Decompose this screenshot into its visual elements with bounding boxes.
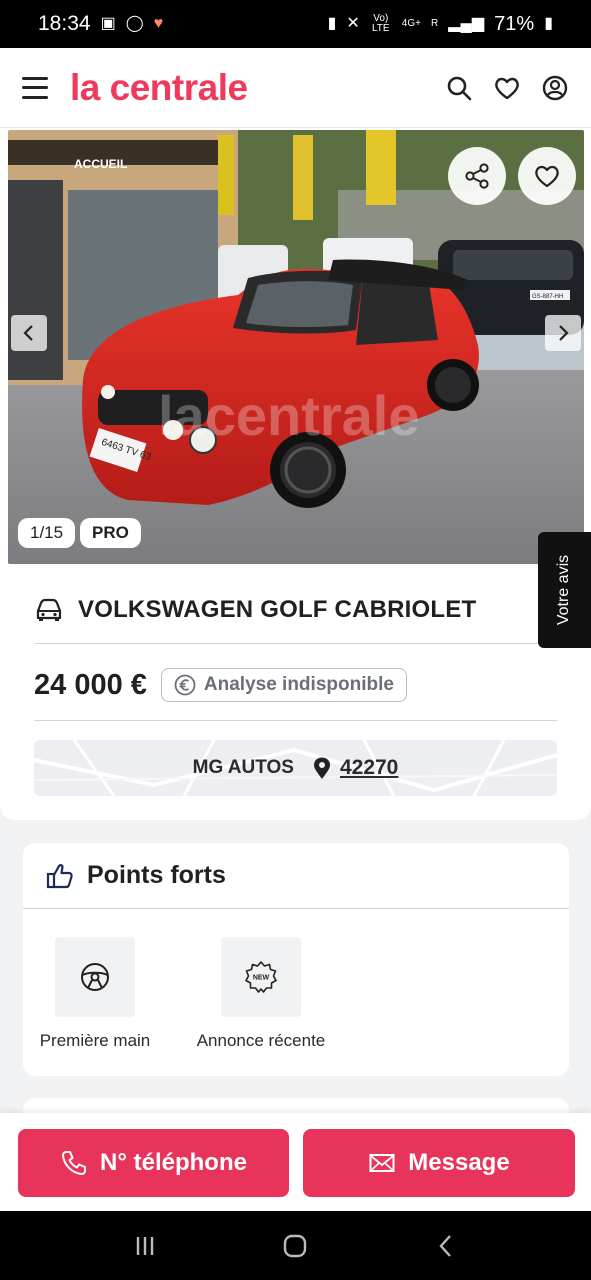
- status-left: 18:34 ▣ ◯ ♥: [38, 12, 163, 36]
- location-pin-icon: [313, 757, 330, 779]
- photo-counter: 1/15: [18, 518, 76, 548]
- pro-badge: PRO: [80, 518, 141, 548]
- divider: [34, 720, 557, 721]
- broken-heart-icon: ♥: [153, 15, 164, 32]
- brand-logo[interactable]: la centrale: [70, 67, 248, 109]
- divider: [34, 643, 557, 644]
- envelope-icon: [369, 1154, 395, 1172]
- signal-icon: ▂▄▆: [448, 15, 485, 32]
- dealer-name[interactable]: MG AUTOS: [193, 757, 294, 779]
- mute-icon: ✕: [346, 15, 360, 32]
- system-navigation-bar: [0, 1211, 591, 1280]
- search-icon[interactable]: [445, 74, 473, 102]
- recent-apps-button[interactable]: [131, 1232, 159, 1260]
- highlights-card: Points forts Première main NEW Annonce r…: [23, 843, 569, 1076]
- price-analysis-label: Analyse indisponible: [203, 674, 394, 695]
- new-badge-text: NEW: [253, 975, 270, 982]
- feedback-tab[interactable]: Votre avis: [538, 532, 591, 648]
- watermark-logo: lacentrale: [158, 384, 420, 447]
- highlight-icon-box: [55, 937, 135, 1017]
- whatsapp-icon: ◯: [125, 15, 144, 32]
- volte-indicator: Vo) LTE: [371, 13, 390, 34]
- roaming-indicator: R: [430, 18, 439, 29]
- highlight-label: Annonce récente: [196, 1031, 326, 1050]
- chevron-right-icon: [559, 325, 569, 341]
- chevron-left-icon: [23, 325, 33, 341]
- phone-button-label: N° téléphone: [100, 1149, 247, 1176]
- account-icon[interactable]: [541, 74, 569, 102]
- app-header: la centrale: [0, 48, 591, 128]
- new-badge-icon: NEW: [245, 961, 277, 993]
- price-analysis-badge[interactable]: Analyse indisponible: [160, 668, 407, 702]
- steering-wheel-icon: [81, 963, 109, 991]
- network-type: 4G+: [401, 18, 421, 29]
- plate-right: GS-887-HH: [532, 294, 563, 300]
- price-row: 24 000 € Analyse indisponible: [34, 668, 407, 702]
- battery-saver-icon: ▮: [327, 15, 337, 32]
- back-button[interactable]: [432, 1232, 460, 1260]
- heart-icon: [535, 165, 559, 188]
- listing-price: 24 000 €: [34, 668, 147, 701]
- dealer-location[interactable]: 42270: [312, 756, 398, 780]
- feedback-tab-label: Votre avis: [555, 554, 573, 626]
- home-button[interactable]: [281, 1232, 309, 1260]
- message-button[interactable]: Message: [303, 1129, 575, 1197]
- recent-apps-icon: [136, 1236, 154, 1255]
- car-icon: [36, 598, 62, 621]
- dealer-zip-link[interactable]: 42270: [340, 756, 398, 780]
- photo-gallery: ACCUEIL GS-887-HH 6463 TV 63 lacentrale …: [0, 128, 591, 570]
- next-photo-button[interactable]: [545, 315, 581, 351]
- highlight-icon-box: NEW: [221, 937, 301, 1017]
- highlights-header: Points forts: [23, 843, 569, 909]
- phone-icon: [62, 1151, 87, 1175]
- gallery-icon: ▣: [100, 15, 116, 32]
- dealer-info: MG AUTOS 42270: [34, 740, 557, 796]
- status-time: 18:34: [38, 12, 91, 35]
- battery-level: 71%: [494, 12, 535, 35]
- favorite-button[interactable]: [518, 147, 576, 205]
- listing-info-card: VOLKSWAGEN GOLF CABRIOLET 24 000 € Analy…: [0, 570, 591, 820]
- highlight-item: Première main: [37, 937, 153, 1051]
- highlight-item: NEW Annonce récente: [189, 937, 333, 1051]
- previous-photo-button[interactable]: [11, 315, 47, 351]
- share-icon: [465, 163, 489, 189]
- share-button[interactable]: [448, 147, 506, 205]
- status-right: ▮ ✕ Vo) LTE 4G+ R ▂▄▆ 71% ▮: [328, 13, 553, 36]
- favorites-heart-icon[interactable]: [493, 74, 521, 102]
- phone-button[interactable]: N° téléphone: [18, 1129, 289, 1197]
- highlight-label: Première main: [39, 1031, 151, 1050]
- header-actions: [445, 74, 569, 102]
- back-icon: [439, 1234, 451, 1257]
- highlights-title: Points forts: [87, 861, 226, 889]
- dealer-location-map[interactable]: MG AUTOS 42270: [34, 740, 557, 796]
- battery-icon: ▮: [544, 15, 553, 32]
- menu-icon[interactable]: [22, 76, 48, 99]
- euro-icon: [174, 674, 196, 696]
- message-button-label: Message: [408, 1149, 510, 1176]
- status-bar: 18:34 ▣ ◯ ♥ ▮ ✕ Vo) LTE 4G+ R ▂▄▆ 71% ▮: [0, 0, 591, 48]
- sign-accueil: ACCUEIL: [74, 157, 127, 171]
- contact-action-bar: N° téléphone Message: [0, 1113, 591, 1211]
- listing-title-row: VOLKSWAGEN GOLF CABRIOLET: [34, 596, 476, 624]
- listing-title: VOLKSWAGEN GOLF CABRIOLET: [78, 596, 477, 623]
- thumbs-up-icon: [46, 863, 73, 888]
- home-icon: [284, 1234, 307, 1257]
